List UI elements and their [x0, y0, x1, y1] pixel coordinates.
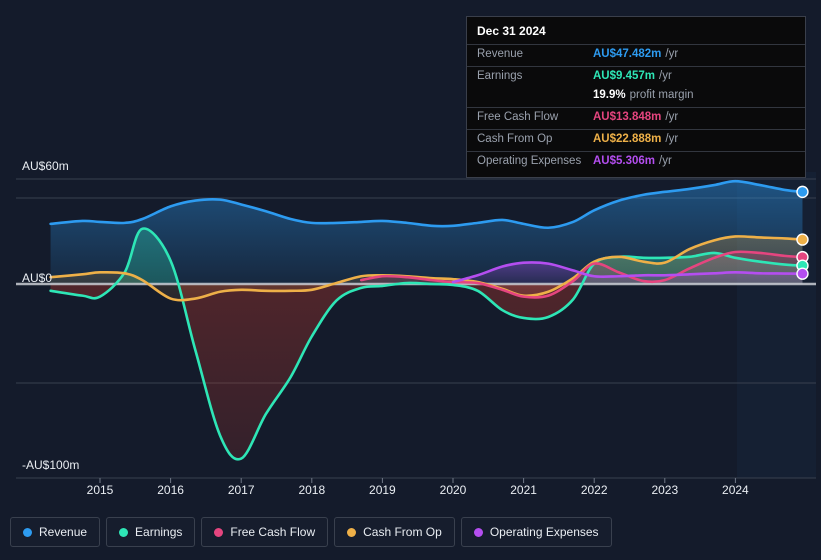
legend-color-dot-icon: [473, 527, 483, 537]
x-axis-label: 2017: [227, 483, 255, 497]
tooltip-row-value: AU$13.848m: [593, 111, 662, 123]
tooltip-profit-margin-label: profit margin: [629, 89, 694, 101]
endpoint-marker: [796, 185, 809, 199]
x-axis-label: 2023: [651, 483, 679, 497]
endpoint-marker: [796, 267, 809, 280]
tooltip-row-key: Revenue: [477, 48, 524, 60]
legend-color-dot-icon: [119, 527, 129, 537]
legend-item-label: Revenue: [39, 525, 88, 539]
legend-item-label: Earnings: [135, 525, 183, 539]
x-axis-labels: 2015 2016 2017 2018 2019 2020 2021 2022 2023 2024: [0, 483, 821, 505]
legend-item-revenue[interactable]: Revenue: [10, 517, 101, 547]
legend-color-dot-icon: [23, 527, 32, 537]
legend-item-cash-from-op[interactable]: Cash From Op: [334, 517, 455, 547]
legend-item-label: Operating Expenses: [489, 525, 599, 539]
tooltip-row-key: Operating Expenses: [477, 155, 582, 167]
tooltip-row-unit: /yr: [665, 48, 679, 60]
tooltip-row-value: AU$5.306m: [593, 155, 656, 167]
x-axis-label: 2018: [298, 483, 326, 497]
y-axis-label-bottom: -AU$100m: [22, 458, 80, 472]
tooltip-rows: Revenue AU$47.482m/yr Earnings AU$9.457m/yr…: [467, 44, 805, 173]
endpoint-marker: [796, 233, 809, 246]
tooltip-row: Operating Expenses AU$5.306m/yr: [467, 151, 805, 173]
x-axis-label: 2022: [580, 483, 608, 497]
chart-legend: Revenue Earnings Free Cash Flow Cash From O…: [10, 517, 612, 547]
tooltip-row: Cash From Op AU$22.888m/yr: [467, 129, 805, 151]
tooltip-row-value: AU$22.888m: [593, 133, 662, 145]
x-axis-label: 2020: [439, 483, 467, 497]
tooltip-date: Dec 31 2024: [477, 24, 546, 38]
legend-item-free-cash-flow[interactable]: Free Cash Flow: [201, 517, 329, 547]
tooltip-row-value: AU$9.457m: [593, 70, 656, 82]
tooltip-row-unit: /yr: [665, 111, 679, 123]
x-axis-label: 2016: [157, 483, 184, 497]
tooltip-row-unit: /yr: [659, 155, 672, 167]
legend-item-label: Cash From Op: [363, 525, 442, 539]
y-axis-label-zero: AU$0: [22, 271, 53, 285]
tooltip-row-value: AU$47.482m: [593, 48, 662, 60]
tooltip-profit-margin-row: 19.9% profit margin: [467, 88, 805, 107]
tooltip-row-key: Earnings: [477, 70, 523, 82]
tooltip-row: Free Cash Flow AU$13.848m/yr: [467, 107, 805, 129]
x-axis-label: 2024: [722, 483, 749, 497]
tooltip-row-unit: /yr: [665, 133, 679, 145]
financial-chart-widget: AU$60m AU$0 -AU$100m 2015 2016 2017 2018 201…: [0, 0, 821, 560]
x-axis-label: 2019: [369, 483, 396, 497]
legend-item-label: Free Cash Flow: [230, 525, 316, 539]
tooltip-profit-margin-value: 19.9%: [593, 89, 626, 101]
y-axis-label-top: AU$60m: [22, 159, 69, 173]
x-axis-label: 2021: [510, 483, 537, 497]
tooltip-row-key: Free Cash Flow: [477, 111, 559, 123]
legend-color-dot-icon: [214, 527, 224, 537]
data-tooltip: Dec 31 2024 Revenue AU$47.482m/yr Earnings…: [466, 16, 806, 178]
tooltip-row: Revenue AU$47.482m/yr: [467, 44, 805, 66]
tooltip-row-key: Cash From Op: [477, 133, 553, 145]
x-axis-label: 2015: [86, 483, 114, 497]
legend-item-earnings[interactable]: Earnings: [106, 517, 196, 547]
tooltip-row: Earnings AU$9.457m/yr: [467, 66, 805, 88]
tooltip-row-unit: /yr: [659, 70, 672, 82]
legend-color-dot-icon: [347, 527, 357, 537]
legend-item-operating-expenses[interactable]: Operating Expenses: [460, 517, 612, 547]
